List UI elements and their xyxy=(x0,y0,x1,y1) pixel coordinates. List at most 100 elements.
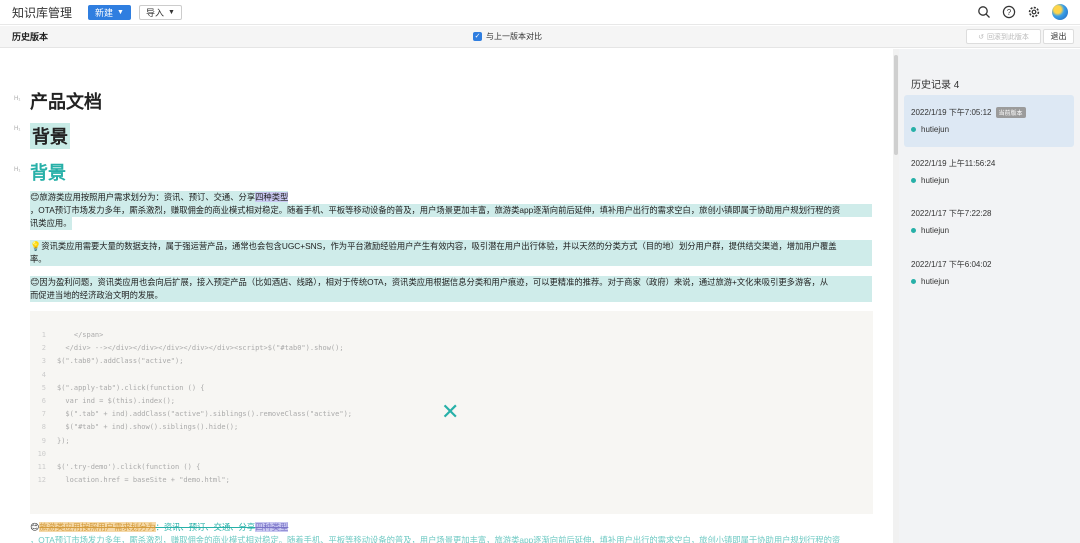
user-dot-icon xyxy=(911,127,916,132)
code-line-number: 10 xyxy=(37,449,46,458)
paragraph-3: 😊因为盈利问题，资讯类应用也会向后扩展，接入预定产品（比如酒店、线路），相对于传… xyxy=(30,276,872,302)
paragraph-3-line2: 而促进当地的经济政治文明的发展。 xyxy=(30,290,163,300)
history-item-time: 2022/1/19 上午11:56:24 xyxy=(911,159,996,168)
checkbox-checked-icon: ✓ xyxy=(473,32,482,41)
code-line-number: 7 xyxy=(41,410,46,419)
search-icon[interactable] xyxy=(977,5,991,19)
user-dot-icon xyxy=(911,228,916,233)
history-item[interactable]: 2022/1/19 上午11:56:24 hutiejun xyxy=(904,146,1074,198)
deleted-text-segment: 四种类型 xyxy=(255,522,289,532)
current-version-badge: 当前版本 xyxy=(995,107,1026,118)
history-item-user: hutiejun xyxy=(921,125,950,134)
avatar[interactable] xyxy=(1052,4,1068,20)
user-dot-icon xyxy=(911,279,916,284)
deleted-text-line: 😊旅游类应用按照用户需求划分为：资讯、预订、交通、分享四种类型 xyxy=(30,521,289,534)
history-item-user-row: hutiejun xyxy=(911,176,949,185)
top-nav: 知识库管理 新建 ▼ 导入 ▼ ? xyxy=(0,0,1080,25)
new-button[interactable]: 新建 ▼ xyxy=(88,4,131,20)
history-item-time: 2022/1/17 下午6:04:02 xyxy=(911,260,992,269)
exit-button[interactable]: 退出 xyxy=(1043,29,1074,44)
heading-marker: H₁ xyxy=(14,96,21,102)
top-right-tools: ? xyxy=(977,4,1068,20)
paragraph-2: 💡资讯类应用需要大量的数据支持，属于强运营产品，通常也会包含UGC+SNS，作为… xyxy=(30,240,872,266)
history-item-user: hutiejun xyxy=(921,226,950,235)
history-item[interactable]: 2022/1/17 下午7:22:28 hutiejun xyxy=(904,196,1074,248)
paragraph-2-text: 资讯类应用需要大量的数据支持，属于强运营产品，通常也会包含UGC+SNS，作为平… xyxy=(41,241,837,251)
scrollbar-thumb[interactable] xyxy=(894,55,898,155)
doc-title: 产品文档 xyxy=(30,92,102,112)
code-line: 8 $("#tab" + ind).show().siblings().hide… xyxy=(30,423,873,435)
code-line-number: 11 xyxy=(37,463,46,471)
history-item-user-row: hutiejun xyxy=(911,226,949,235)
heading-marker: H₁ xyxy=(14,126,21,132)
history-item[interactable]: 2022/1/19 下午7:05:12 当前版本 hutiejun xyxy=(904,95,1074,147)
restore-icon: ↺ xyxy=(978,33,984,41)
help-icon[interactable]: ? xyxy=(1002,5,1016,19)
paragraph-3-line1: 😊因为盈利问题，资讯类应用也会向后扩展，接入预定产品（比如酒店、线路），相对于传… xyxy=(30,276,872,289)
smile-emoji-icon: 😊 xyxy=(30,277,40,287)
document-content: H₁ 产品文档 H₁ 背景 H₁ 背景 😊旅游类应用按照用户需求划分为：资讯、预… xyxy=(0,49,893,543)
chevron-down-icon: ▼ xyxy=(117,8,124,16)
history-item[interactable]: 2022/1/17 下午6:04:02 hutiejun xyxy=(904,247,1074,299)
import-button-label: 导入 xyxy=(145,7,164,18)
import-button[interactable]: 导入 ▼ xyxy=(138,4,182,20)
paragraph-1: 😊旅游类应用按照用户需求划分为：资讯、预订、交通、分享四种类型 ，OTA预订市场… xyxy=(30,191,872,230)
close-icon[interactable]: ✕ xyxy=(441,401,459,423)
code-line-text: </div> --></div></div></div></div></div>… xyxy=(57,344,344,353)
code-line: 3 $(".tab0").addClass("active"); xyxy=(30,357,873,369)
history-item-time: 2022/1/17 下午7:22:28 xyxy=(911,209,992,218)
deleted-text-segment: ：资讯、预订、交通、分享 xyxy=(155,522,256,532)
code-line: 1 </span> xyxy=(30,331,873,343)
code-line: 4 xyxy=(30,371,873,383)
app-title: 知识库管理 xyxy=(12,5,73,20)
paragraph-2-line2: 率。 xyxy=(30,254,47,264)
code-line-text: $(".apply-tab").click(function () { xyxy=(57,383,205,392)
code-line: 5 $(".apply-tab").click(function () { xyxy=(30,384,873,396)
restore-label: 回滚到此版本 xyxy=(986,33,1029,41)
code-line: 12 location.href = baseSite + "demo.html… xyxy=(30,476,873,488)
code-line-number: 8 xyxy=(41,423,46,432)
history-item-time-row: 2022/1/17 下午6:04:02 xyxy=(911,259,992,270)
lightbulb-icon: 💡 xyxy=(30,241,42,251)
code-line-text: }); xyxy=(57,436,70,445)
history-title: 历史记录 4 xyxy=(911,80,960,91)
paragraph-3-text: 因为盈利问题，资讯类应用也会向后扩展，接入预定产品（比如酒店、线路），相对于传统… xyxy=(39,277,829,287)
compare-label: 与上一版本对比 xyxy=(486,32,542,41)
paragraph-1-text: 旅游类应用按照用户需求划分为：资讯、预订、交通、分享 xyxy=(39,192,256,202)
svg-text:?: ? xyxy=(1007,8,1012,17)
code-line: 9}); xyxy=(30,437,873,449)
history-item-user: hutiejun xyxy=(921,277,950,286)
smile-emoji-icon: 😊 xyxy=(30,192,40,202)
code-line-number: 5 xyxy=(41,383,46,392)
compare-previous-checkbox[interactable]: ✓ 与上一版本对比 xyxy=(473,31,542,42)
code-line-text: $(".tab" + ind).addClass("active").sibli… xyxy=(57,410,353,419)
code-line-text: $('.try-demo').click(function () { xyxy=(57,463,201,471)
deleted-text-segment: 旅游类应用按照用户需求划分为 xyxy=(39,522,156,532)
code-line-text: </span> xyxy=(57,331,104,339)
code-line: 10 xyxy=(30,450,873,462)
history-item-user: hutiejun xyxy=(921,176,950,185)
code-line-number: 12 xyxy=(37,476,46,485)
history-item-user-row: hutiejun xyxy=(911,125,949,134)
heading-background-added: 背景 xyxy=(30,163,66,183)
history-item-time: 2022/1/19 下午7:05:12 xyxy=(911,108,992,117)
code-line-number: 2 xyxy=(41,344,46,353)
code-line-number: 3 xyxy=(41,357,46,366)
exit-label: 退出 xyxy=(1050,32,1067,41)
history-item-user-row: hutiejun xyxy=(911,277,949,286)
history-item-time-row: 2022/1/19 下午7:05:12 当前版本 xyxy=(911,107,1026,118)
chevron-down-icon: ▼ xyxy=(167,8,175,16)
new-button-label: 新建 xyxy=(95,7,114,18)
paragraph-1-line3: 讯类应用。 xyxy=(30,217,72,230)
restore-version-button[interactable]: ↺ 回滚到此版本 xyxy=(966,29,1041,44)
history-version-title: 历史版本 xyxy=(12,32,49,42)
gear-icon[interactable] xyxy=(1027,5,1041,19)
code-line-number: 1 xyxy=(41,331,46,339)
heading-marker: H₁ xyxy=(14,167,21,173)
history-item-time-row: 2022/1/17 下午7:22:28 xyxy=(911,208,992,219)
code-line-text: $(".tab0").addClass("active"); xyxy=(57,357,184,366)
code-line-text: $("#tab" + ind).show().siblings().hide()… xyxy=(57,423,239,432)
code-line: 11 $('.try-demo').click(function () { xyxy=(30,463,873,475)
paragraph-1-line2: ，OTA预订市场发力多年，厮杀激烈，赚取佣金的商业模式相对稳定。随着手机、平板等… xyxy=(30,204,872,217)
code-line-number: 9 xyxy=(41,436,46,445)
